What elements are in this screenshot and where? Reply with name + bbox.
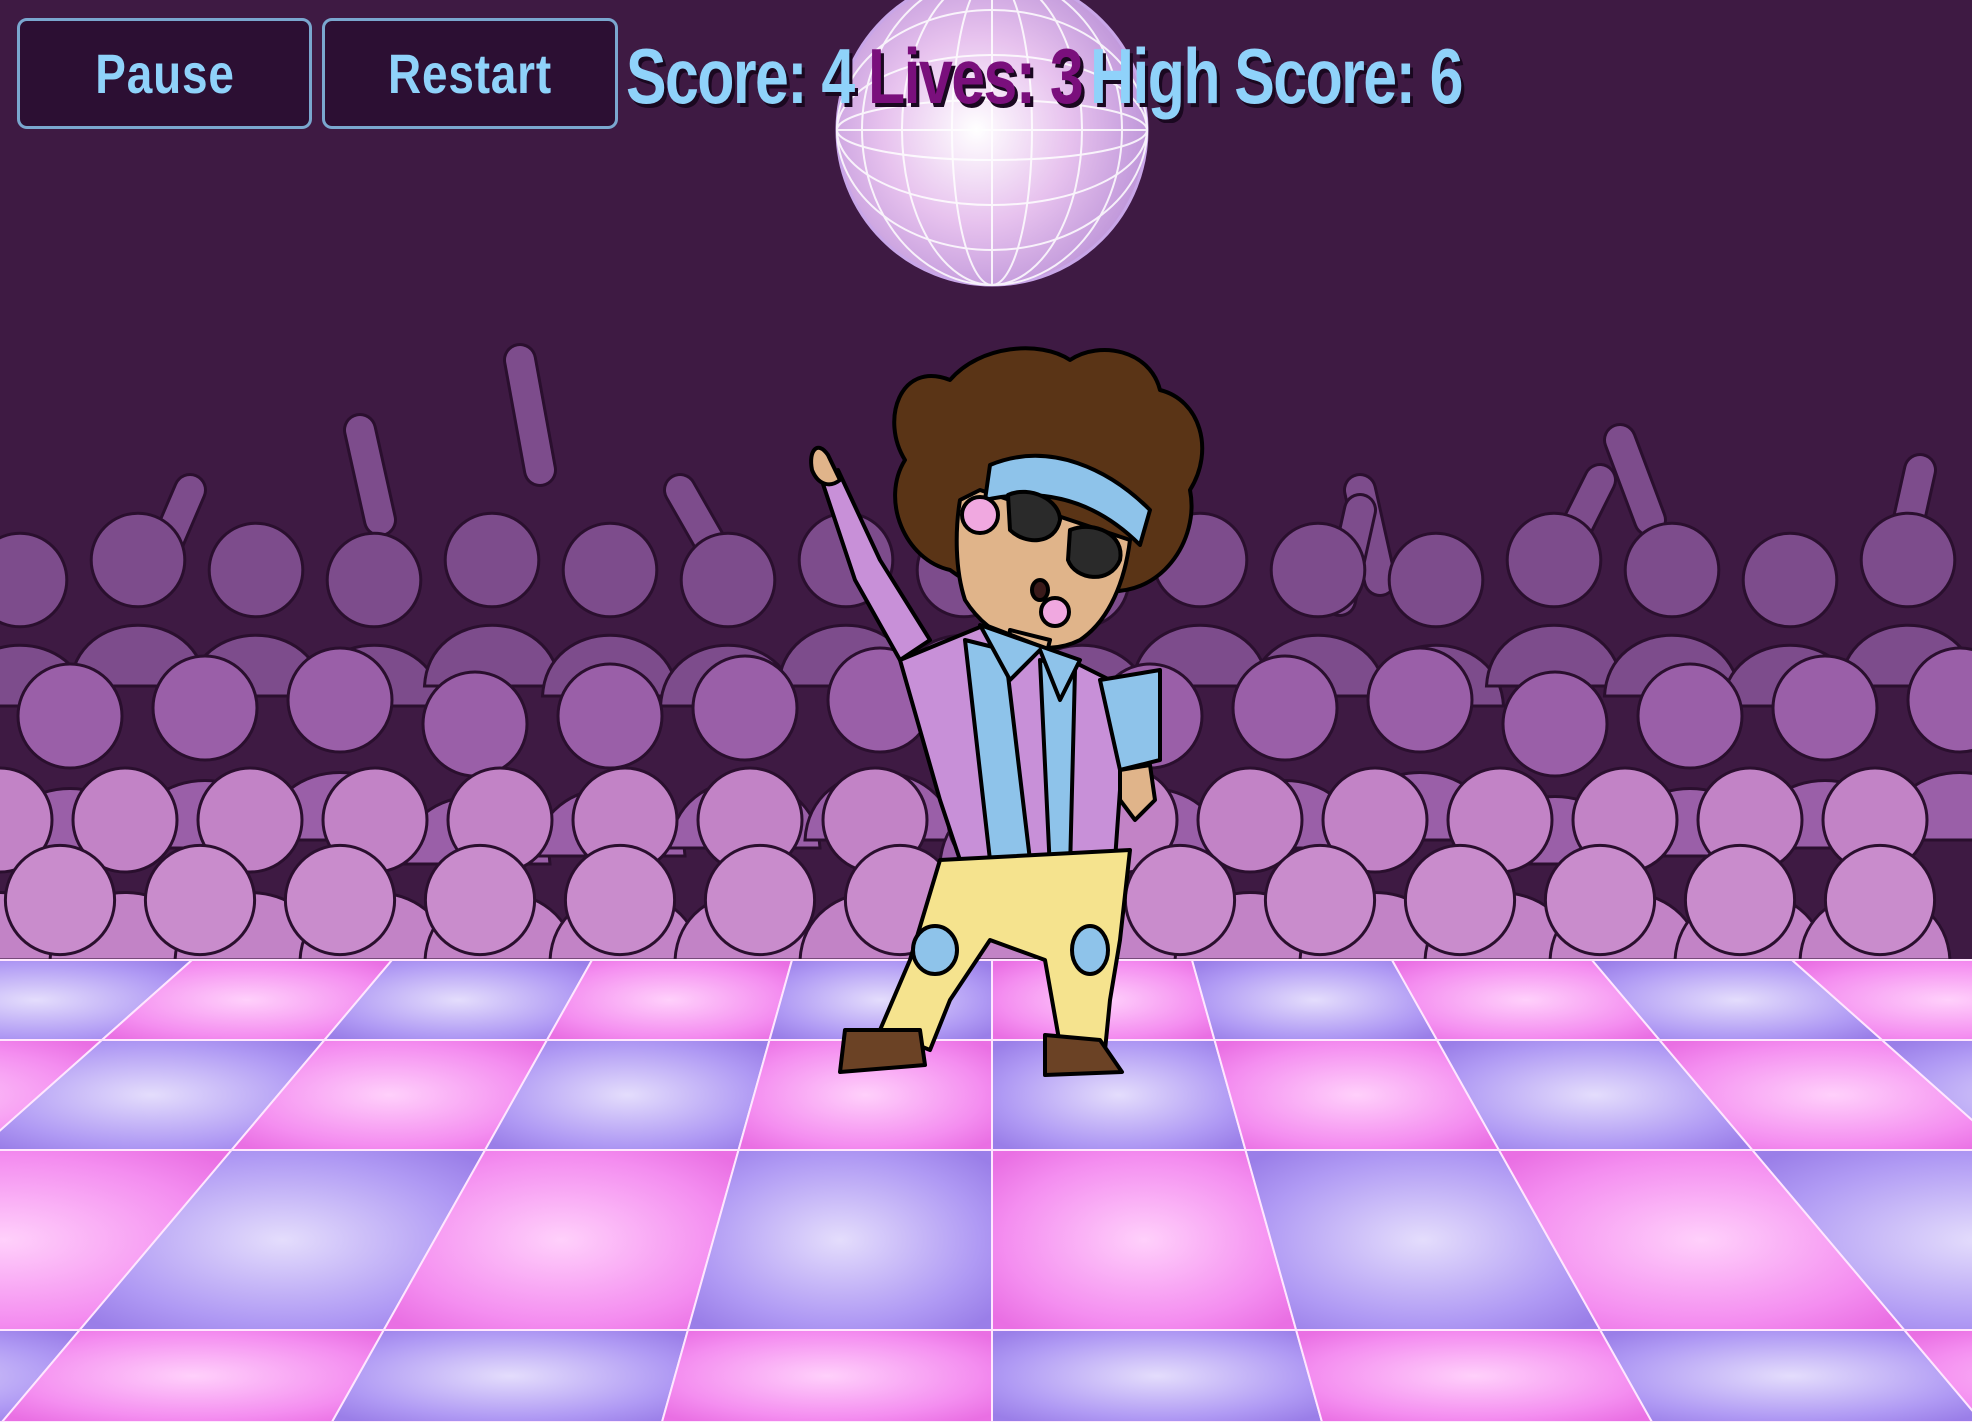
pause-button[interactable]: Pause	[17, 18, 312, 129]
restart-button[interactable]: Restart	[322, 18, 618, 129]
high-score-display: High Score: 6	[1090, 26, 1567, 126]
dance-floor	[0, 959, 1972, 1422]
pause-button-label: Pause	[94, 42, 235, 105]
lives-text: Lives: 3	[868, 31, 1084, 120]
score-text: Score: 4	[626, 31, 855, 120]
game-scene	[0, 0, 1972, 1422]
restart-button-label: Restart	[388, 42, 552, 105]
high-score-text: High Score: 6	[1090, 31, 1463, 120]
